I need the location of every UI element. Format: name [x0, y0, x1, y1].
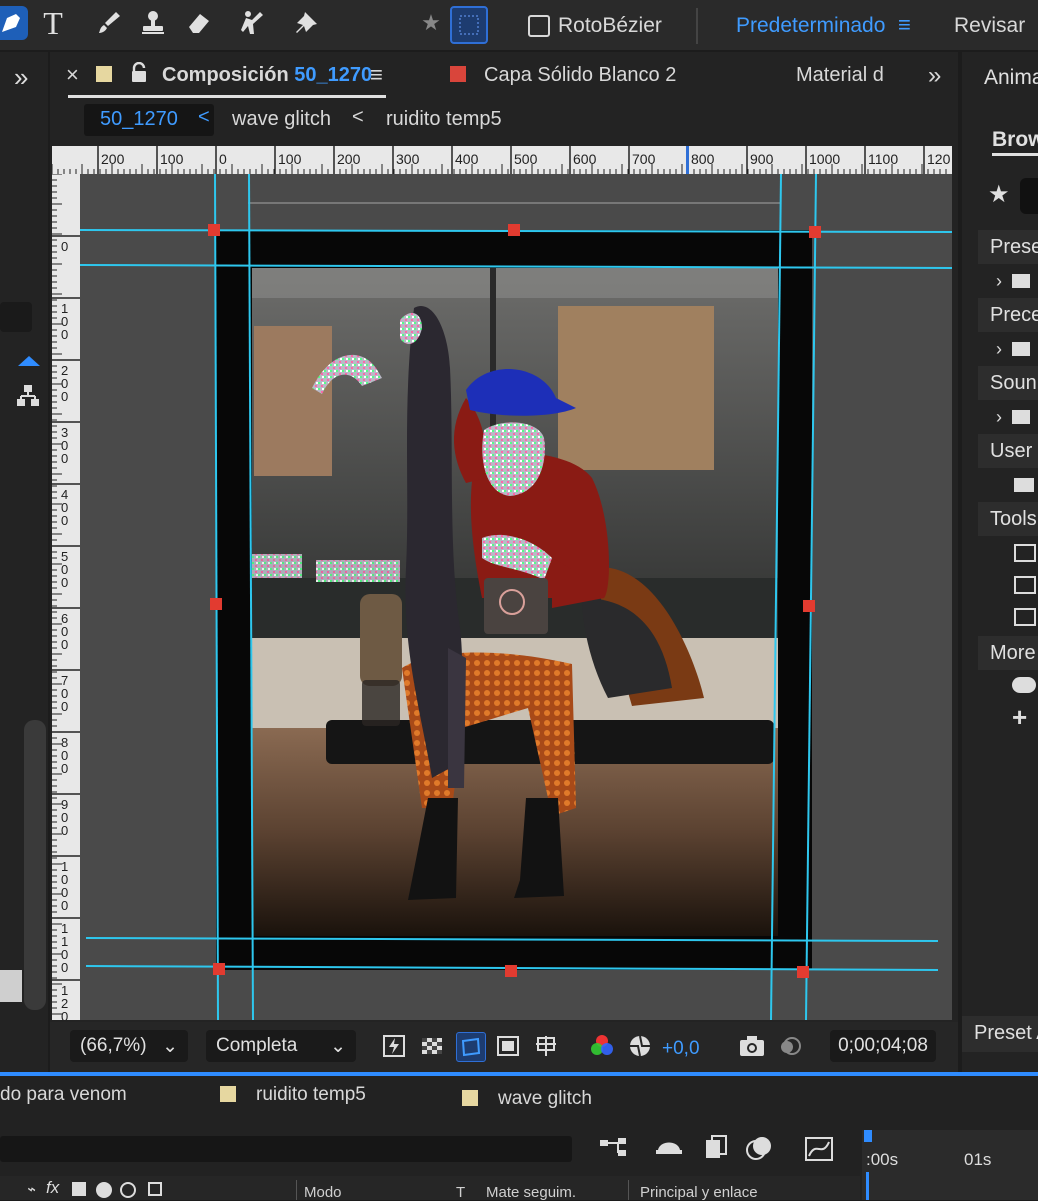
layer-handle[interactable] [213, 963, 225, 975]
3d-layer-icon[interactable] [148, 1182, 162, 1196]
exposure-value[interactable]: +0,0 [662, 1038, 700, 1060]
timeline-tab[interactable]: do para venom [0, 1084, 127, 1106]
motion-blur-icon[interactable] [746, 1134, 774, 1167]
add-folder-icon [1014, 478, 1034, 492]
tool-row[interactable] [978, 602, 1038, 632]
column-divider [296, 1180, 297, 1200]
guide-line[interactable] [248, 173, 254, 1021]
playhead[interactable] [866, 1172, 869, 1200]
layer-handle[interactable] [210, 598, 222, 610]
column-header-parent[interactable]: Principal y enlace [640, 1184, 758, 1201]
snapshot-camera-icon[interactable] [738, 1032, 766, 1060]
guide-line[interactable] [214, 173, 219, 1021]
color-channels-icon[interactable] [588, 1032, 616, 1060]
folder-icon [1012, 342, 1030, 356]
folder-icon [1012, 274, 1030, 288]
window-icon [1014, 608, 1036, 626]
color-label [462, 1090, 478, 1106]
window-icon [1014, 576, 1036, 594]
grid-guides-icon[interactable] [532, 1032, 560, 1060]
region-of-interest-icon[interactable] [494, 1032, 522, 1060]
tool-row[interactable] [978, 538, 1038, 568]
composition-flowchart-icon[interactable] [598, 1136, 628, 1165]
resolution-dropdown[interactable]: Completa ⌄ [206, 1030, 356, 1062]
browse-tab[interactable]: Brow [992, 128, 1038, 152]
guides-layer [79, 173, 953, 1021]
right-panel-title[interactable]: Anima [984, 66, 1038, 90]
time-label: 01s [964, 1150, 992, 1169]
timeline-tab-label: ruidito temp5 [256, 1084, 366, 1105]
fast-preview-icon[interactable] [380, 1032, 408, 1060]
guide-line[interactable] [770, 173, 782, 1021]
layer-handle[interactable] [508, 224, 520, 236]
chevron-down-icon: ⌄ [162, 1035, 178, 1057]
column-header-preserve[interactable]: T [456, 1184, 465, 1201]
cloud-download-icon [1012, 677, 1036, 693]
guide-line[interactable] [79, 264, 953, 269]
color-management-icon[interactable] [626, 1032, 654, 1060]
folder-icon [1012, 410, 1030, 424]
transparency-grid-icon[interactable] [418, 1032, 446, 1060]
timeline-tab[interactable]: wave glitch [462, 1088, 592, 1110]
guide-line[interactable] [805, 173, 817, 1021]
section-precompose[interactable]: Prece [978, 298, 1038, 332]
guide-line[interactable] [85, 937, 939, 942]
folder-row[interactable]: › [978, 266, 1038, 296]
current-time-display[interactable]: 0;00;04;08 [830, 1030, 936, 1062]
section-more[interactable]: More [978, 636, 1038, 670]
layer-handle[interactable] [803, 600, 815, 612]
section-sound[interactable]: Soun [978, 366, 1038, 400]
folder-row[interactable]: › [978, 334, 1038, 364]
section-presets[interactable]: Prese [978, 230, 1038, 264]
graph-editor-icon[interactable] [804, 1136, 834, 1167]
favorites-star-icon[interactable]: ★ [988, 180, 1010, 209]
window-icon [1014, 544, 1036, 562]
time-label: :00s [866, 1150, 899, 1169]
layer-handle[interactable] [797, 966, 809, 978]
layer-handle[interactable] [505, 965, 517, 977]
motion-blur-switch-icon[interactable] [96, 1182, 112, 1198]
work-area-start[interactable] [864, 1130, 872, 1142]
column-header-track-matte[interactable]: Mate seguim. [486, 1184, 576, 1201]
resolution-value: Completa [216, 1035, 298, 1056]
download-row[interactable] [978, 670, 1038, 700]
layer-handle[interactable] [208, 224, 220, 236]
browse-tab-underline [992, 153, 1038, 156]
shy-layers-icon[interactable] [654, 1136, 684, 1165]
preset-button[interactable]: Preset A [974, 1022, 1038, 1045]
section-tools[interactable]: Tools [978, 502, 1038, 536]
timeline-search-input[interactable] [0, 1136, 572, 1162]
section-user[interactable]: User [978, 434, 1038, 468]
search-input[interactable] [1020, 178, 1038, 214]
timeline-tab[interactable]: ruidito temp5 [220, 1084, 366, 1106]
mask-path-toggle-icon[interactable] [456, 1032, 486, 1062]
zoom-value: (66,7%) [80, 1035, 147, 1056]
show-snapshot-icon[interactable] [776, 1032, 804, 1060]
chevron-down-icon: ⌄ [330, 1035, 346, 1057]
collapse-icon[interactable]: ⌁ [26, 1180, 35, 1198]
timeline-tab-label: wave glitch [498, 1088, 592, 1109]
color-label [220, 1086, 236, 1102]
adjustment-layer-icon[interactable] [120, 1182, 136, 1198]
tool-row[interactable] [978, 570, 1038, 600]
effects-switch[interactable]: fx [46, 1178, 59, 1198]
new-folder-row[interactable] [978, 470, 1038, 500]
layer-handle[interactable] [809, 226, 821, 238]
frame-blending-icon[interactable] [704, 1134, 730, 1167]
frame-blend-switch-icon[interactable] [72, 1182, 86, 1196]
column-divider [628, 1180, 629, 1200]
zoom-dropdown[interactable]: (66,7%) ⌄ [70, 1030, 188, 1062]
add-icon[interactable]: + [978, 702, 1038, 732]
folder-row[interactable]: › [978, 402, 1038, 432]
column-header-mode[interactable]: Modo [304, 1184, 342, 1201]
